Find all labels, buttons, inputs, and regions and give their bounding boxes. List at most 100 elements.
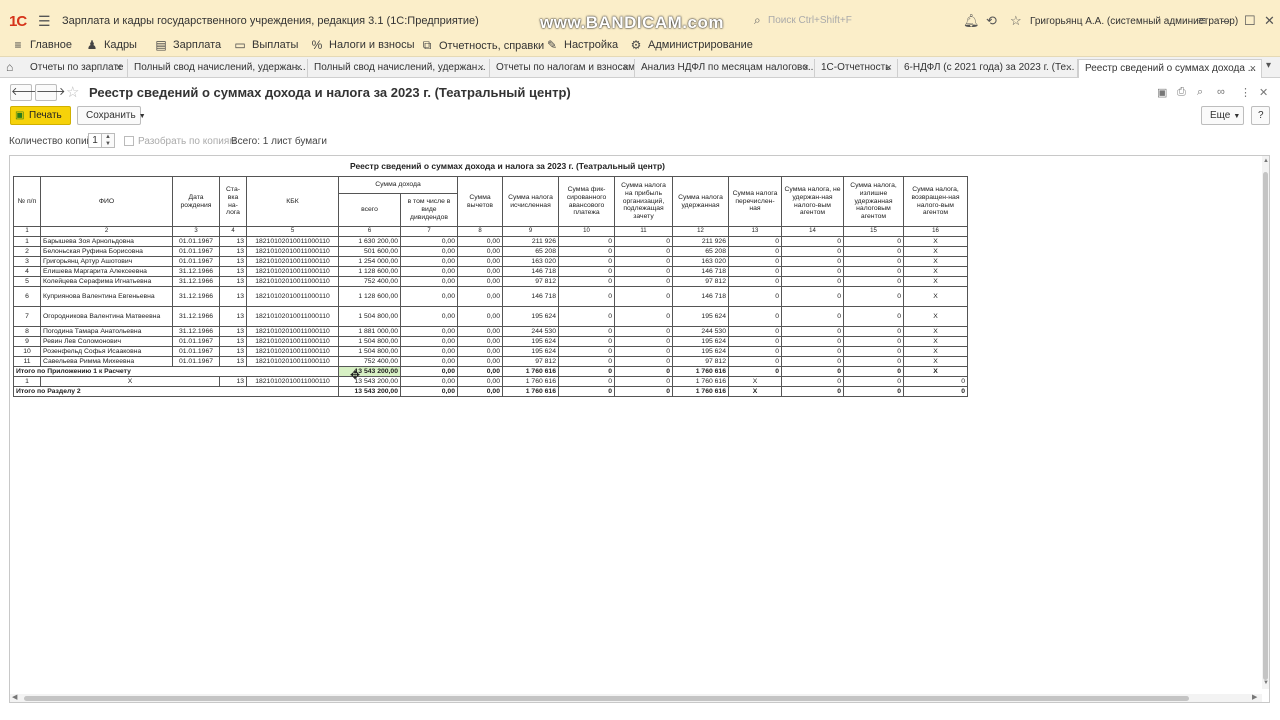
cell-profit: 0: [614, 256, 673, 267]
total-section-row[interactable]: Итого по Разделу 2 13 543 200,00 0,00 0,00 1…: [13, 386, 968, 397]
menu-item-payments[interactable]: ▭ Выплаты: [234, 38, 298, 52]
history-icon[interactable]: ⟲: [986, 13, 997, 29]
cell-kbk: 18210102010011000110: [246, 236, 339, 247]
table-row[interactable]: 4 Елишева Маргарита Алексеевна 31.12.1966 1…: [13, 266, 968, 277]
cell-calc: 97 812: [502, 356, 559, 367]
close-form-icon[interactable]: ✕: [1259, 86, 1268, 99]
maximize-icon[interactable]: ☐: [1244, 13, 1256, 29]
close-tab-icon[interactable]: ×: [886, 62, 892, 74]
close-window-icon[interactable]: ✕: [1264, 13, 1275, 29]
table-row[interactable]: 1 Барышева Зоя Арнольдовна 01.01.1967 13 182…: [13, 236, 968, 247]
percent-icon: %: [311, 38, 323, 52]
cell-ded: 0,00: [457, 286, 503, 307]
close-tab-icon[interactable]: ×: [116, 62, 122, 74]
copies-stepper[interactable]: ▲ ▼: [101, 133, 115, 148]
table-row[interactable]: 2 Белоньская Руфина Борисовна 01.01.1967 13…: [13, 246, 968, 257]
section-2-row[interactable]: 1 X 13 18210102010011000110 13 543 200,00 0,0…: [13, 376, 968, 387]
more-vertical-icon[interactable]: ⋮: [1240, 86, 1251, 99]
table-row[interactable]: 10 Розенфельд Софья Исааковна 01.01.1967 13…: [13, 346, 968, 357]
cell-fix: 0: [558, 276, 615, 287]
scroll-down-icon[interactable]: ▼: [1262, 680, 1269, 686]
tab-ndfl-analysis[interactable]: Анализ НДФЛ по месяцам налогово... ×: [635, 59, 815, 78]
tab-salary-reports[interactable]: Отчеты по зарплате ×: [24, 59, 128, 78]
tabs-more-icon[interactable]: ▾: [1266, 60, 1271, 71]
cell-fix: 0: [558, 386, 615, 397]
save-disk-icon[interactable]: ▣: [1157, 86, 1167, 99]
scroll-left-icon[interactable]: ◀: [12, 693, 17, 701]
tab-full-summary-2[interactable]: Полный свод начислений, удержан... ×: [308, 59, 490, 78]
menu-item-admin[interactable]: ⚙ Администрирование: [630, 38, 753, 52]
help-button[interactable]: ?: [1251, 106, 1270, 125]
collate-checkbox[interactable]: [124, 136, 134, 146]
cell-withheld: 146 718: [672, 286, 729, 307]
horizontal-scroll-thumb[interactable]: [24, 696, 1189, 701]
link-icon[interactable]: ∞: [1217, 86, 1225, 98]
favorites-star-icon[interactable]: ☆: [1010, 13, 1022, 29]
main-menu-icon[interactable]: ☰: [38, 13, 51, 30]
vertical-scrollbar[interactable]: ▲ ▼: [1262, 156, 1269, 689]
bell-icon[interactable]: 🔔︎: [963, 13, 980, 29]
table-row[interactable]: 6 Куприянова Валентина Евгеньевна 31.12.19…: [13, 286, 968, 307]
save-dropdown-button[interactable]: Сохранить ▼: [77, 106, 146, 125]
table-row[interactable]: 3 Григорьянц Артур Ашотович 01.01.1967 13 18…: [13, 256, 968, 267]
back-button[interactable]: 🡐: [10, 84, 41, 101]
column-number: 1: [13, 226, 41, 237]
minimize-icon[interactable]: –: [1222, 13, 1229, 28]
menu-item-taxes[interactable]: % Налоги и взносы: [311, 38, 415, 52]
close-tab-icon[interactable]: ×: [1066, 62, 1072, 74]
table-row[interactable]: 11 Савельева Римма Михеевна 01.01.1967 13 18…: [13, 356, 968, 367]
close-tab-icon[interactable]: ×: [623, 62, 629, 74]
close-tab-icon[interactable]: ×: [803, 62, 809, 74]
cell-ded: 0,00: [457, 306, 503, 327]
copies-input[interactable]: 1: [88, 133, 102, 148]
cell-fix: 0: [558, 336, 615, 347]
table-row[interactable]: 8 Погодина Тамара Анатольевна 31.12.1966 13…: [13, 326, 968, 337]
scroll-right-icon[interactable]: ▶: [1252, 693, 1257, 701]
table-row[interactable]: 9 Ревин Лев Соломонович 01.01.1967 13 182101…: [13, 336, 968, 347]
scroll-up-icon[interactable]: ▲: [1262, 158, 1269, 164]
tab-tax-reports[interactable]: Отчеты по налогам и взносам ×: [490, 59, 635, 78]
home-icon[interactable]: ⌂: [6, 60, 13, 74]
vertical-scroll-thumb[interactable]: [1263, 172, 1268, 680]
printer-icon[interactable]: ⎙: [1177, 86, 1186, 99]
cell-fix: 0: [558, 306, 615, 327]
cell-fix: 0: [558, 326, 615, 337]
tab-6ndfl[interactable]: 6-НДФЛ (с 2021 года) за 2023 г. (Те... ×: [898, 59, 1078, 78]
cell-ref: X: [903, 346, 968, 357]
global-search[interactable]: ⌕ Поиск Ctrl+Shift+F: [750, 12, 950, 30]
cell-ded: 0,00: [457, 266, 503, 277]
tab-registry-active[interactable]: Реестр сведений о суммах дохода ... ×: [1078, 59, 1262, 78]
cell-div: 0,00: [400, 356, 458, 367]
menu-item-reports[interactable]: ⧉ Отчетность, справки: [421, 38, 544, 53]
settings-lines-icon[interactable]: ≡: [1198, 13, 1206, 28]
cell-over: 0: [843, 276, 904, 287]
more-button[interactable]: Еще ▼: [1201, 106, 1244, 125]
calculator-icon: ▤: [155, 38, 167, 52]
column-number: 3: [172, 226, 220, 237]
cell-notw: 0: [781, 266, 844, 277]
close-tab-icon[interactable]: ×: [1250, 63, 1256, 75]
cell-kbk: 18210102010011000110: [246, 256, 339, 267]
forward-button[interactable]: 🡒: [35, 84, 66, 101]
print-button[interactable]: ▣ Печать: [10, 106, 71, 125]
menu-item-hr[interactable]: ♟ Кадры: [86, 38, 137, 52]
current-user[interactable]: Григорьянц А.А. (системный администратор…: [1030, 16, 1238, 27]
tab-full-summary-1[interactable]: Полный свод начислений, удержан... ×: [128, 59, 308, 78]
table-row[interactable]: 7 Огородникова Валентина Матвеевна 31.12.1…: [13, 306, 968, 327]
horizontal-scrollbar[interactable]: ◀ ▶: [10, 694, 1262, 702]
preview-icon[interactable]: ⌕: [1197, 86, 1203, 99]
report-document[interactable]: Реестр сведений о суммах дохода и налога…: [9, 155, 1270, 703]
close-tab-icon[interactable]: ×: [296, 62, 302, 74]
cell-total: 1 254 000,00: [338, 256, 401, 267]
cell-ref: X: [903, 236, 968, 247]
cell-over: 0: [843, 246, 904, 257]
favorite-star-icon[interactable]: ☆: [66, 83, 79, 101]
table-row[interactable]: 5 Колейцева Серафима Игнатьевна 31.12.1966…: [13, 276, 968, 287]
menu-item-settings[interactable]: ✎ Настройка: [546, 38, 618, 52]
close-tab-icon[interactable]: ×: [478, 62, 484, 74]
tab-1c-reporting[interactable]: 1С-Отчетность ×: [815, 59, 898, 78]
cell-notw: 0: [781, 366, 844, 377]
menu-item-salary[interactable]: ▤ Зарплата: [155, 38, 221, 52]
menu-item-main[interactable]: ≡ Главное: [12, 38, 72, 52]
total-appendix-row[interactable]: Итого по Приложению 1 к Расчету 13 543 20…: [13, 366, 968, 377]
